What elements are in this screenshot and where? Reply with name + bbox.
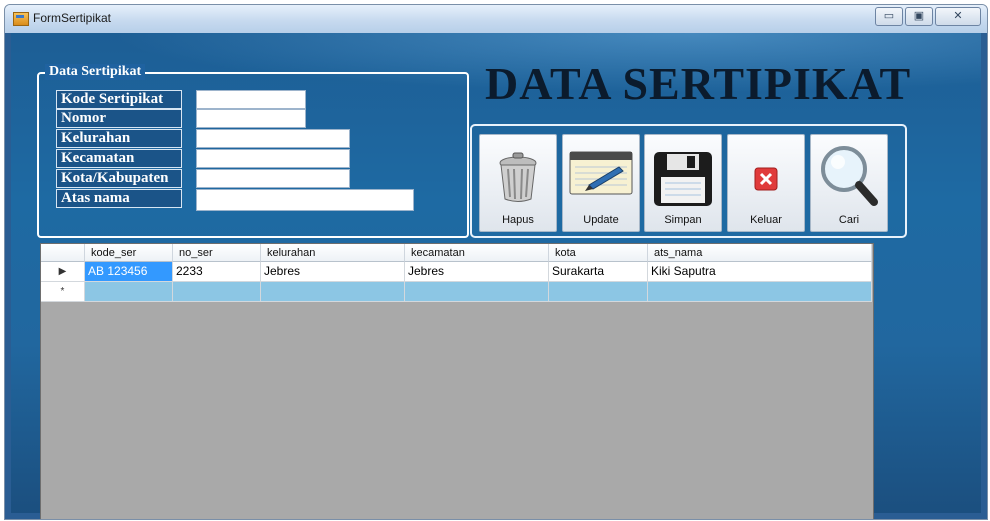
input-kota-kabupaten[interactable] <box>196 169 350 188</box>
simpan-label: Simpan <box>664 214 702 226</box>
data-grid[interactable]: kode_ser no_ser kelurahan kecamatan kota… <box>40 243 874 519</box>
magnifier-icon <box>821 146 878 206</box>
minimize-button[interactable]: ▭ <box>875 7 903 26</box>
input-kode-sertipikat[interactable] <box>196 90 306 109</box>
column-header-ats-nama[interactable]: ats_nama <box>648 244 872 262</box>
data-sertipikat-group: Data Sertipikat Kode Sertipikat Nomor Ke… <box>37 64 469 238</box>
column-header-kelurahan[interactable]: kelurahan <box>261 244 405 262</box>
table-cell-ats-nama[interactable]: Kiki Saputra <box>648 262 872 282</box>
main-window: FormSertipikat ▭ ▣ ✕ Data Sertipikat Kod… <box>4 4 988 520</box>
close-icon <box>754 167 778 191</box>
group-legend: Data Sertipikat <box>45 64 146 80</box>
new-row-cell[interactable] <box>261 282 405 302</box>
column-header-kecamatan[interactable]: kecamatan <box>405 244 549 262</box>
title-bar[interactable]: FormSertipikat ▭ ▣ ✕ <box>5 5 987 33</box>
input-nomor[interactable] <box>196 109 306 128</box>
label-nomor: Nomor <box>56 109 182 128</box>
keluar-button[interactable]: Keluar <box>727 134 805 232</box>
hapus-button[interactable]: Hapus <box>479 134 557 232</box>
floppy-disk-icon <box>654 152 712 206</box>
new-row-cell[interactable] <box>648 282 872 302</box>
table-cell-kecamatan[interactable]: Jebres <box>405 262 549 282</box>
cari-button[interactable]: Cari <box>810 134 888 232</box>
new-row-cell[interactable] <box>173 282 261 302</box>
row-header-current[interactable]: ▶ <box>41 262 85 282</box>
new-row-cell[interactable] <box>85 282 173 302</box>
label-kode-sertipikat: Kode Sertipikat <box>56 90 182 109</box>
simpan-button[interactable]: Simpan <box>644 134 722 232</box>
form-client-area: Data Sertipikat Kode Sertipikat Nomor Ke… <box>11 33 981 519</box>
column-header-kode-ser[interactable]: kode_ser <box>85 244 173 262</box>
action-button-panel: Hapus Update Simpan Keluar Cari <box>470 124 907 238</box>
input-kelurahan[interactable] <box>196 129 350 148</box>
close-window-button[interactable]: ✕ <box>935 7 981 26</box>
table-cell-kelurahan[interactable]: Jebres <box>261 262 405 282</box>
update-button[interactable]: Update <box>562 134 640 232</box>
table-cell-no-ser[interactable]: 2233 <box>173 262 261 282</box>
label-kecamatan: Kecamatan <box>56 149 182 168</box>
table-cell-kota[interactable]: Surakarta <box>549 262 648 282</box>
label-kelurahan: Kelurahan <box>56 129 182 148</box>
keluar-label: Keluar <box>750 214 782 226</box>
grid-corner-header <box>41 244 85 262</box>
notepad-icon <box>569 151 633 195</box>
cari-label: Cari <box>838 214 860 226</box>
row-header-new[interactable]: * <box>41 282 85 302</box>
new-row-cell[interactable] <box>405 282 549 302</box>
column-header-no-ser[interactable]: no_ser <box>173 244 261 262</box>
label-kota-kabupaten: Kota/Kabupaten <box>56 169 182 188</box>
app-icon[interactable] <box>13 12 29 26</box>
trash-icon <box>499 152 537 202</box>
table-cell-kode-ser[interactable]: AB 123456 <box>85 262 173 282</box>
page-title: DATA SERTIPIKAT <box>485 58 912 109</box>
input-atas-nama[interactable] <box>196 189 414 211</box>
new-row-cell[interactable] <box>549 282 648 302</box>
maximize-button[interactable]: ▣ <box>905 7 933 26</box>
label-atas-nama: Atas nama <box>56 189 182 208</box>
update-label: Update <box>583 214 619 226</box>
window-controls: ▭ ▣ ✕ <box>875 7 981 26</box>
column-header-kota[interactable]: kota <box>549 244 648 262</box>
window-title: FormSertipikat <box>33 11 112 25</box>
input-kecamatan[interactable] <box>196 149 350 168</box>
hapus-label: Hapus <box>502 214 534 226</box>
